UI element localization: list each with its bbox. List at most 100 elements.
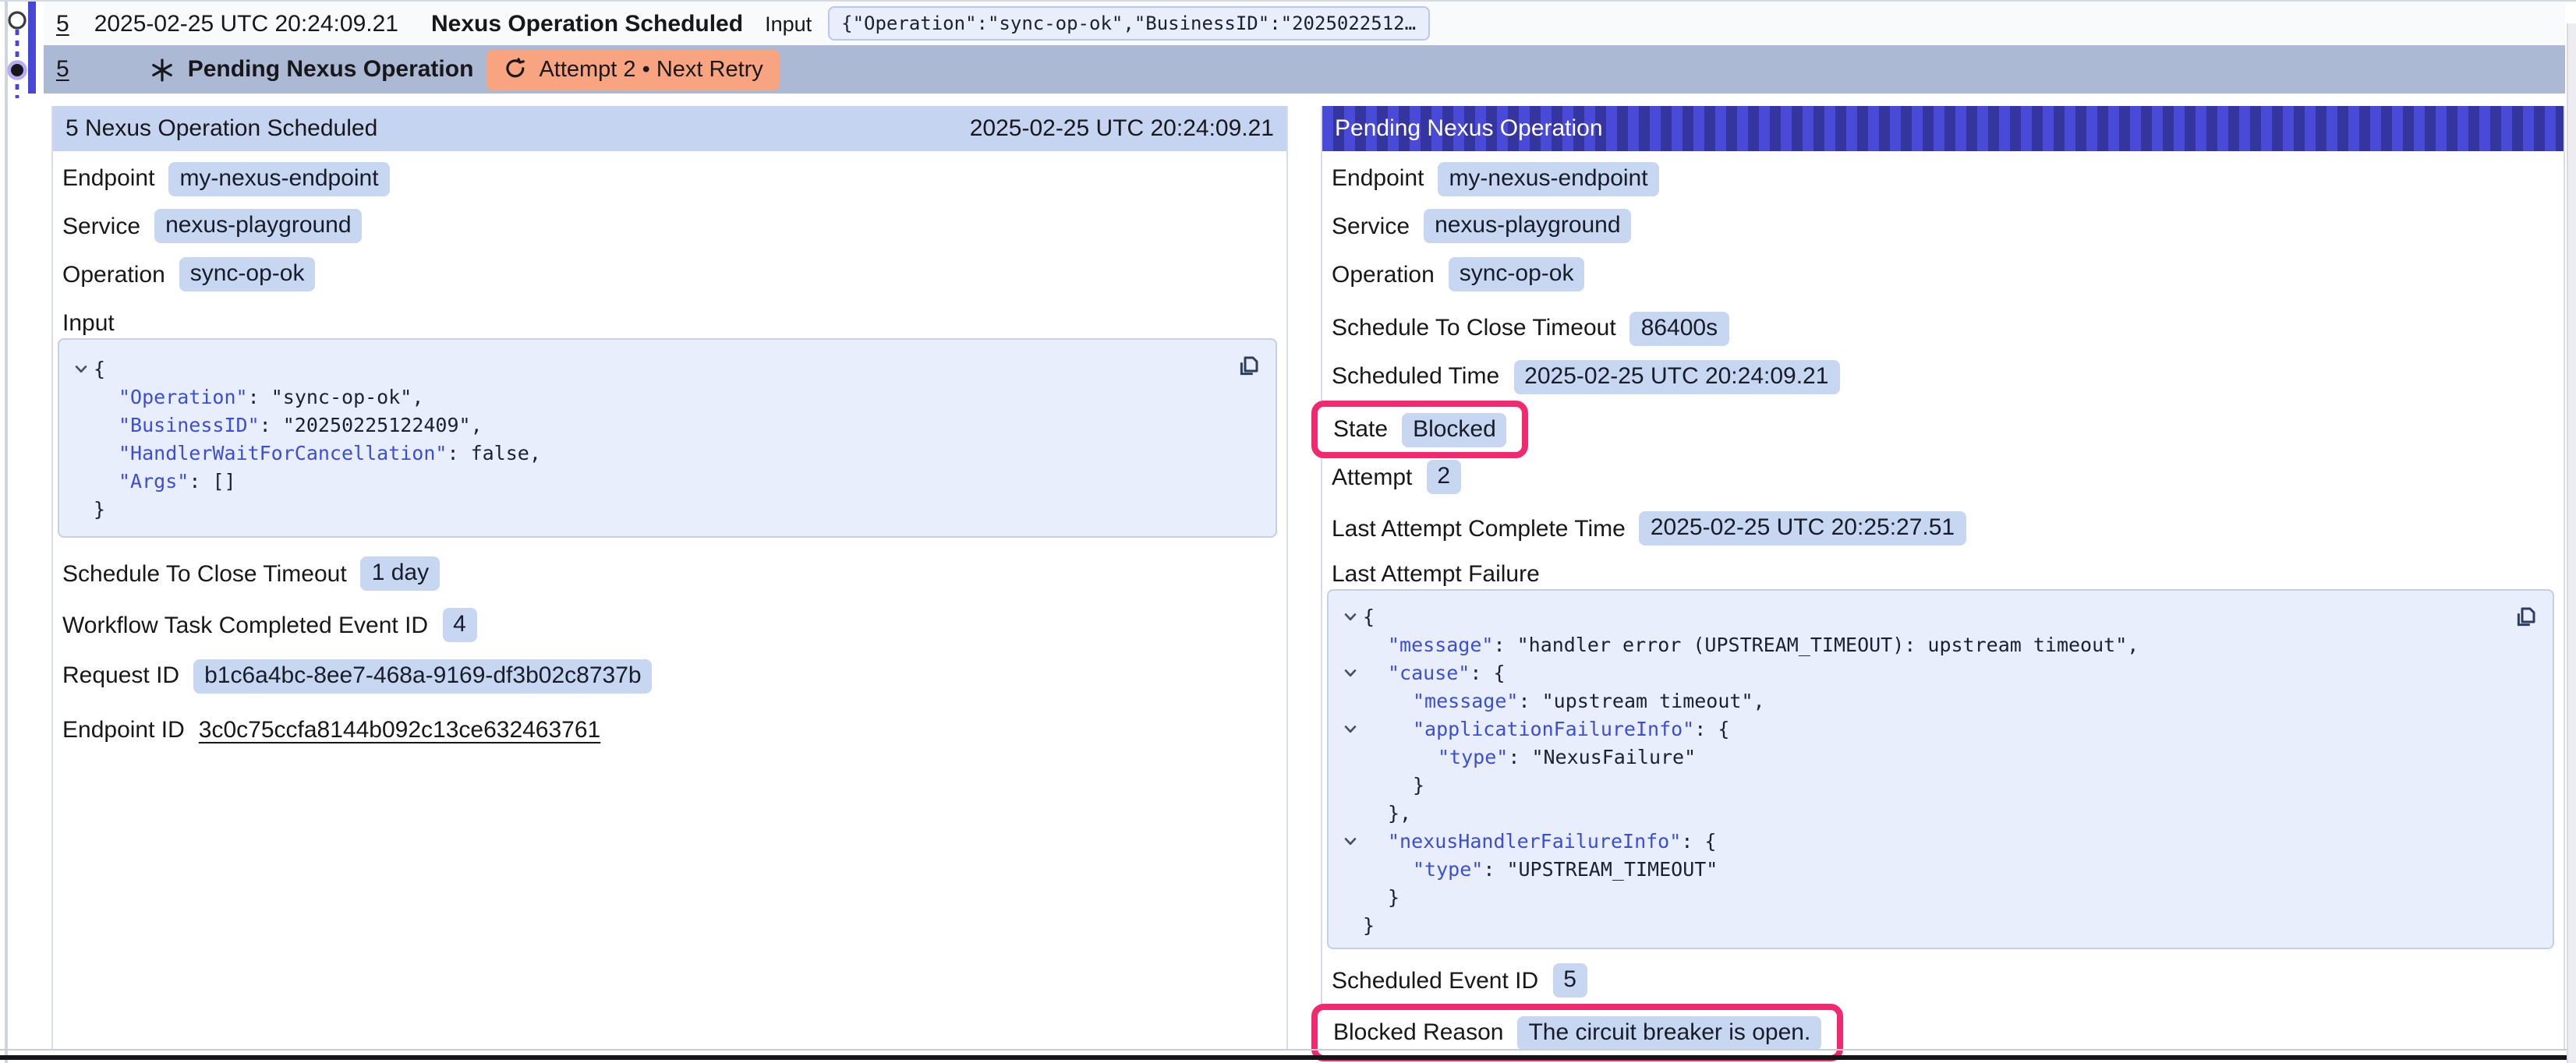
json-key: "nexusHandlerFailureInfo": [1388, 829, 1681, 853]
json-line: {: [1338, 603, 2543, 631]
json-line-gutter: [1338, 772, 1363, 800]
field-label: Operation: [1332, 261, 1435, 288]
field-row-schedule-to-close: Schedule To Close Timeout 86400s: [1332, 311, 1729, 345]
json-line: }: [1338, 884, 2543, 912]
field-row-operation: Operation sync-op-ok: [1332, 257, 1584, 291]
json-punctuation: ,: [2127, 633, 2139, 656]
json-punctuation: ,: [412, 385, 423, 408]
json-line: "HandlerWaitForCancellation": false,: [69, 440, 1266, 468]
field-label: Workflow Task Completed Event ID: [62, 612, 428, 638]
field-value-badge: sync-op-ok: [179, 257, 316, 291]
event-input-label: Input: [765, 12, 812, 35]
field-value-badge: 2025-02-25 UTC 20:25:27.51: [1640, 511, 1966, 546]
json-line: {: [69, 355, 1266, 383]
field-row-attempt: Attempt 2: [1332, 460, 1461, 494]
pending-title: Pending Nexus Operation: [188, 56, 474, 83]
json-punctuation: : {: [1470, 661, 1505, 684]
chevron-down-icon[interactable]: [1338, 603, 1363, 631]
pending-operation-panel: Pending Nexus Operation Endpoint my-nexu…: [1321, 106, 2565, 1049]
vertical-scrollbar[interactable]: [2567, 23, 2576, 1063]
event-id-link[interactable]: 5: [56, 10, 69, 37]
json-value: "upstream timeout": [1542, 689, 1753, 712]
chevron-down-icon[interactable]: [1338, 715, 1363, 743]
json-line-gutter: [1338, 856, 1363, 884]
json-punctuation: }: [1388, 885, 1399, 909]
json-line: "BusinessID": "20250225122409",: [69, 411, 1266, 440]
json-key: "cause": [1388, 661, 1470, 684]
json-key: "HandlerWaitForCancellation": [119, 441, 447, 464]
json-key: "Args": [119, 469, 189, 493]
field-label: Service: [1332, 213, 1410, 239]
event-title: Nexus Operation Scheduled: [431, 10, 743, 37]
event-row-scheduled[interactable]: 5 2025-02-25 UTC 20:24:09.21 Nexus Opera…: [44, 2, 2565, 45]
circle-filled-icon[interactable]: [9, 62, 26, 79]
json-line-gutter: [69, 440, 94, 468]
chevron-down-icon[interactable]: [69, 355, 94, 383]
retry-badge-text: Attempt 2 • Next Retry: [539, 57, 763, 82]
field-value-badge: my-nexus-endpoint: [1438, 161, 1658, 196]
json-line-gutter: [1338, 743, 1363, 772]
copy-icon[interactable]: [2512, 603, 2540, 631]
window-bottom-edge: [0, 1054, 2576, 1060]
field-value-badge: 1 day: [361, 556, 440, 591]
field-row-request-id: Request ID b1c6a4bc-8ee7-468a-9169-df3b0…: [62, 659, 653, 693]
json-key: "Operation": [119, 385, 248, 408]
pending-id-link[interactable]: 5: [56, 56, 69, 83]
field-row-schedule-to-close: Schedule To Close Timeout 1 day: [62, 556, 440, 591]
pending-panel-header: Pending Nexus Operation: [1322, 106, 2564, 151]
chevron-down-icon[interactable]: [1338, 659, 1363, 687]
event-timeline-gutter: [0, 2, 44, 101]
field-label: Last Attempt Complete Time: [1332, 515, 1626, 542]
json-key: "message": [1388, 633, 1493, 656]
field-value-badge: nexus-playground: [1424, 209, 1632, 243]
refresh-icon: [503, 58, 526, 81]
field-row-endpoint-id: Endpoint ID 3c0c75ccfa8144b092c13ce63246…: [62, 713, 600, 747]
json-punctuation: }: [1363, 913, 1375, 937]
blocked-reason-badge: The circuit breaker is open.: [1517, 1015, 1821, 1050]
json-punctuation: :: [189, 469, 212, 493]
failure-json-viewer: {"message": "handler error (UPSTREAM_TIM…: [1327, 589, 2554, 949]
field-value-badge: nexus-playground: [154, 209, 363, 243]
field-row-last-attempt-complete: Last Attempt Complete Time 2025-02-25 UT…: [1332, 511, 1966, 546]
field-row-endpoint: Endpoint my-nexus-endpoint: [62, 161, 390, 196]
field-label: Endpoint: [62, 165, 154, 192]
retry-status-badge: Attempt 2 • Next Retry: [486, 49, 780, 90]
json-punctuation: ,: [1753, 689, 1765, 712]
json-line-gutter: [69, 383, 94, 411]
blocked-reason-highlight-annotation: Blocked Reason The circuit breaker is op…: [1311, 1004, 1843, 1061]
scheduled-panel-title: 5 Nexus Operation Scheduled: [65, 115, 377, 142]
json-punctuation: : {: [1694, 717, 1729, 740]
json-value: []: [212, 469, 235, 493]
json-key: "type": [1413, 857, 1483, 881]
json-punctuation: ,: [471, 413, 483, 436]
event-input-preview-badge: {"Operation":"sync-op-ok","BusinessID":"…: [827, 6, 1430, 41]
json-value: "NexusFailure": [1531, 745, 1696, 768]
json-key: "applicationFailureInfo": [1413, 717, 1694, 740]
field-label: State: [1333, 416, 1388, 443]
pending-operation-row[interactable]: 5 Pending Nexus Operation Attempt 2 • Ne…: [44, 45, 2565, 94]
endpoint-id-link[interactable]: 3c0c75ccfa8144b092c13ce632463761: [199, 717, 600, 743]
window-left-border: [5, 2, 8, 1063]
field-label: Operation: [62, 261, 165, 288]
field-row-endpoint: Endpoint my-nexus-endpoint: [1332, 161, 1659, 196]
field-value-badge: my-nexus-endpoint: [168, 161, 389, 196]
input-section-label: Input: [62, 310, 115, 338]
json-punctuation: :: [1508, 745, 1531, 768]
json-line: "nexusHandlerFailureInfo": {: [1338, 828, 2543, 856]
field-value-badge: 4: [442, 608, 477, 642]
field-label: Request ID: [62, 662, 179, 689]
input-json-viewer: {"Operation": "sync-op-ok","BusinessID":…: [58, 338, 1277, 538]
copy-icon[interactable]: [1235, 352, 1263, 380]
json-line: "Args": []: [69, 468, 1266, 496]
field-label: Blocked Reason: [1333, 1019, 1503, 1046]
circle-outline-icon[interactable]: [9, 12, 25, 28]
field-value-badge: 86400s: [1630, 311, 1729, 345]
json-punctuation: }: [94, 497, 105, 521]
field-value-badge: 2025-02-25 UTC 20:24:09.21: [1513, 359, 1839, 394]
event-history-view: 5 2025-02-25 UTC 20:24:09.21 Nexus Opera…: [0, 0, 2576, 1063]
chevron-down-icon[interactable]: [1338, 828, 1363, 856]
json-line: }: [69, 496, 1266, 524]
json-punctuation: },: [1388, 801, 1411, 825]
json-punctuation: :: [1483, 857, 1506, 881]
field-label: Scheduled Time: [1332, 363, 1499, 390]
